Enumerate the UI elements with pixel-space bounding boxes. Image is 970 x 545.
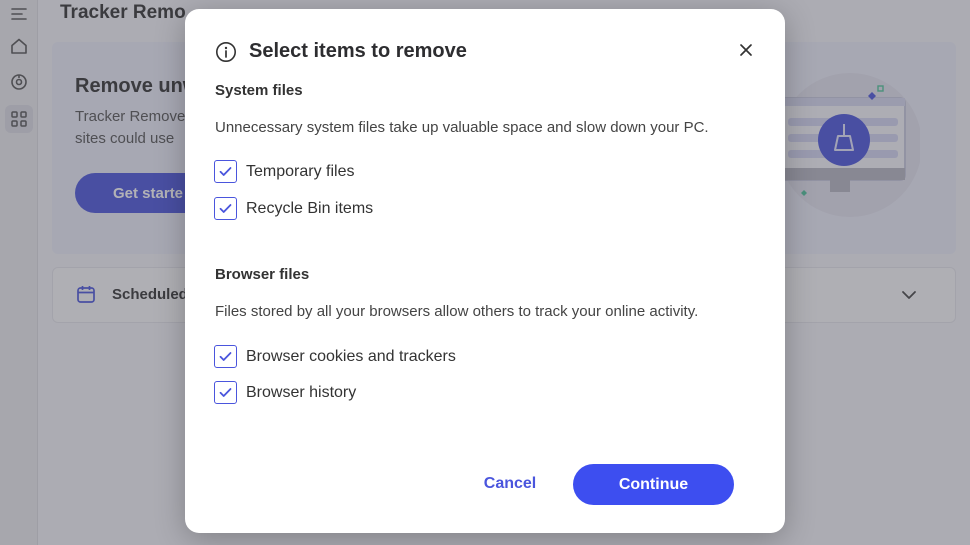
recycle-bin-checkbox[interactable] [214,197,237,220]
browser-cookies-checkbox[interactable] [214,345,237,368]
checkmark-icon [219,167,232,176]
browser-history-checkbox[interactable] [214,381,237,404]
info-icon [216,41,236,62]
temporary-files-label: Temporary files [246,162,355,180]
checkbox-row-temporary-files[interactable]: Temporary files [214,160,354,183]
checkbox-row-browser-history[interactable]: Browser history [214,381,356,404]
checkmark-icon [219,352,232,361]
temporary-files-checkbox[interactable] [214,160,237,183]
browser-history-label: Browser history [246,383,357,401]
section-title-browser-files: Browser files [215,266,310,283]
checkbox-row-browser-cookies[interactable]: Browser cookies and trackers [214,345,456,368]
close-button[interactable] [735,39,757,61]
dialog-header: Select items to remove [215,40,467,63]
section-title-system-files: System files [215,82,303,99]
cancel-button[interactable]: Cancel [460,464,560,504]
checkbox-row-recycle-bin[interactable]: Recycle Bin items [214,197,373,220]
continue-button[interactable]: Continue [573,464,734,505]
section-description-browser-files: Files stored by all your browsers allow … [215,303,699,320]
browser-cookies-label: Browser cookies and trackers [246,347,456,365]
checkmark-icon [219,204,232,213]
section-description-system-files: Unnecessary system files take up valuabl… [215,119,709,136]
select-items-dialog: Select items to remove System files Unne… [185,9,785,533]
checkmark-icon [219,388,232,397]
close-icon [740,44,752,56]
dialog-title: Select items to remove [249,40,467,62]
recycle-bin-label: Recycle Bin items [246,199,374,217]
